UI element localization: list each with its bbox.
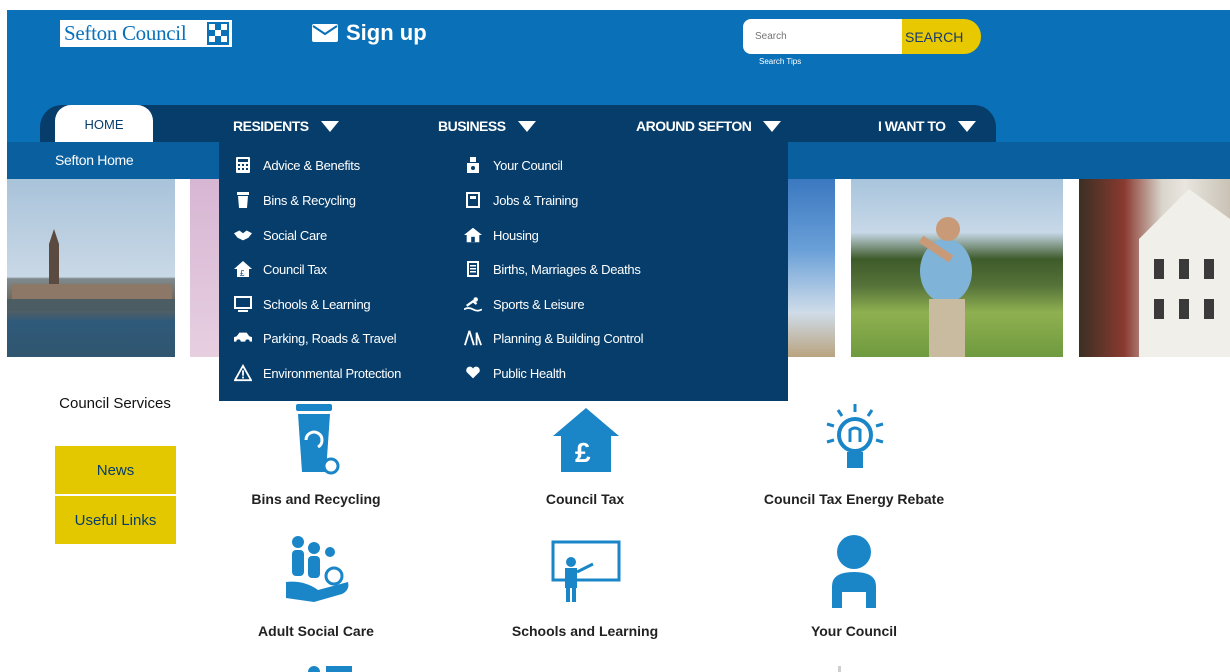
- search-form: SEARCH: [743, 19, 981, 54]
- caret-down-icon: [957, 120, 976, 132]
- menu-item-label: Housing: [493, 227, 539, 243]
- cv-document-icon: [464, 191, 482, 209]
- tile-bins-recycling[interactable]: Bins and Recycling: [206, 402, 426, 512]
- menu-item-label: Schools & Learning: [263, 296, 371, 312]
- menu-item-births-marriages-deaths[interactable]: Births, Marriages & Deaths: [464, 260, 641, 278]
- tile-your-council[interactable]: Your Council: [744, 534, 964, 644]
- menu-item-label: Council Tax: [263, 261, 327, 277]
- signup-label: Sign up: [346, 20, 427, 45]
- family-care-icon: [286, 536, 349, 602]
- compass-drawing-icon: [464, 329, 482, 347]
- tile-council-tax-energy-rebate[interactable]: Council Tax Energy Rebate: [744, 402, 964, 512]
- calculator-icon: [234, 156, 252, 174]
- monitor-icon: [234, 295, 252, 313]
- house-icon: [464, 226, 482, 244]
- menu-item-your-council[interactable]: Your Council: [464, 156, 563, 174]
- tile-label: Your Council: [810, 623, 898, 639]
- menu-item-label: Jobs & Training: [493, 192, 579, 208]
- tile-schools-learning[interactable]: Schools and Learning: [475, 534, 695, 644]
- menu-item-label: Public Health: [493, 365, 566, 381]
- tile-label: Council Tax Energy Rebate: [763, 491, 945, 507]
- nav-around-sefton[interactable]: AROUND SEFTON: [636, 118, 782, 134]
- menu-item-public-health[interactable]: Public Health: [464, 364, 566, 382]
- news-button[interactable]: News: [55, 446, 176, 494]
- svg-text:£: £: [575, 437, 591, 468]
- sefton-council-logo[interactable]: Sefton Council: [60, 20, 232, 47]
- hands-heart-icon: [464, 364, 482, 382]
- menu-item-social-care[interactable]: Social Care: [234, 226, 327, 244]
- menu-item-jobs-training[interactable]: Jobs & Training: [464, 191, 578, 209]
- search-tips-link[interactable]: Search Tips: [759, 57, 801, 66]
- menu-item-label: Parking, Roads & Travel: [263, 330, 397, 346]
- tile-label: Schools and Learning: [511, 623, 659, 639]
- nav-around-label: AROUND SEFTON: [636, 118, 752, 134]
- caret-down-icon: [763, 120, 782, 132]
- tile-label: Bins and Recycling: [251, 491, 381, 507]
- search-button[interactable]: SEARCH: [902, 19, 981, 54]
- partial-tile-icon: [308, 666, 352, 672]
- nav-business[interactable]: BUSINESS: [438, 118, 536, 134]
- menu-item-parking-roads-travel[interactable]: Parking, Roads & Travel: [234, 329, 397, 347]
- nav-iwant-label: I WANT TO: [878, 118, 946, 134]
- banner-photo-street: [1079, 179, 1230, 357]
- menu-item-planning-building-control[interactable]: Planning & Building Control: [464, 329, 643, 347]
- person-icon: [832, 535, 876, 608]
- menu-item-label: Planning & Building Control: [493, 330, 644, 346]
- menu-item-housing[interactable]: Housing: [464, 226, 539, 244]
- warning-icon: [234, 364, 252, 382]
- menu-item-schools-learning[interactable]: Schools & Learning: [234, 295, 371, 313]
- nav-residents-label: RESIDENTS: [233, 118, 309, 134]
- caret-down-icon: [517, 120, 536, 132]
- handshake-icon: [234, 226, 252, 244]
- banner-photo-coastline: [7, 179, 175, 357]
- car-icon: [234, 329, 252, 347]
- tile-adult-social-care[interactable]: Adult Social Care: [206, 534, 426, 644]
- envelope-icon: [312, 24, 338, 42]
- bin-icon: [234, 191, 252, 209]
- nav-business-label: BUSINESS: [438, 118, 506, 134]
- nav-i-want-to[interactable]: I WANT TO: [878, 118, 976, 134]
- certificate-icon: [464, 260, 482, 278]
- search-input[interactable]: [743, 19, 902, 54]
- wheelie-bin-icon: [296, 404, 340, 475]
- banner-photo-beach: [788, 179, 835, 357]
- house-pound-icon: £: [234, 260, 252, 278]
- menu-item-sports-leisure[interactable]: Sports & Leisure: [464, 295, 585, 313]
- lightbulb-icon: [826, 404, 884, 468]
- menu-item-label: Bins & Recycling: [263, 192, 356, 208]
- council-services-heading: Council Services: [59, 395, 171, 412]
- menu-item-label: Sports & Leisure: [493, 296, 585, 312]
- breadcrumb-sefton-home[interactable]: Sefton Home: [55, 152, 134, 168]
- swimmer-icon: [464, 295, 482, 313]
- menu-item-bins-recycling[interactable]: Bins & Recycling: [234, 191, 356, 209]
- menu-item-council-tax[interactable]: £ Council Tax: [234, 260, 327, 278]
- nav-home-tab[interactable]: HOME: [55, 105, 153, 143]
- useful-links-button[interactable]: Useful Links: [55, 496, 176, 544]
- tile-label: Council Tax: [545, 491, 625, 507]
- tile-council-tax[interactable]: £ Council Tax: [475, 402, 695, 512]
- crest-icon: [207, 22, 229, 45]
- menu-item-label: Environmental Protection: [263, 365, 402, 381]
- banner-photo-sky: [190, 179, 220, 357]
- nav-residents[interactable]: RESIDENTS: [233, 118, 339, 134]
- menu-item-label: Advice & Benefits: [263, 157, 360, 173]
- menu-item-environmental-protection[interactable]: Environmental Protection: [234, 364, 401, 382]
- residents-dropdown-menu: Advice & Benefits Bins & Recycling Socia…: [219, 142, 788, 401]
- house-pound-icon: £: [553, 408, 619, 472]
- menu-item-label: Social Care: [263, 227, 327, 243]
- menu-item-label: Your Council: [493, 157, 563, 173]
- banner-photo-golfer: [851, 179, 1063, 357]
- caret-down-icon: [320, 120, 339, 132]
- menu-item-advice-benefits[interactable]: Advice & Benefits: [234, 156, 360, 174]
- logo-text: Sefton Council: [64, 21, 187, 45]
- partial-tile-icon: [838, 666, 841, 672]
- menu-item-label: Births, Marriages & Deaths: [493, 261, 641, 277]
- tile-label: Adult Social Care: [258, 623, 374, 639]
- teacher-board-icon: [551, 540, 621, 602]
- signup-link[interactable]: Sign up: [312, 20, 427, 46]
- ballot-icon: [464, 156, 482, 174]
